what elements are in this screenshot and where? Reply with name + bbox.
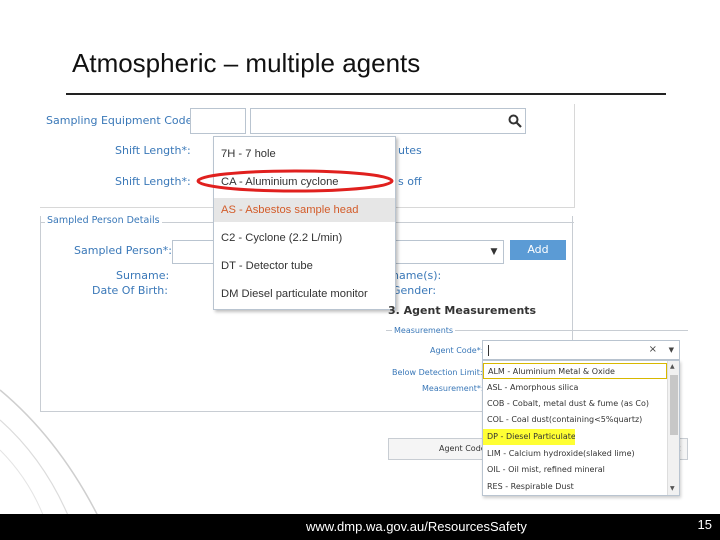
agent-option-oil[interactable]: OIL - Oil mist, refined mineral: [483, 462, 667, 478]
agent-option-dp[interactable]: DP - Diesel Particulate: [483, 429, 575, 445]
text-caret: [488, 345, 489, 356]
equipment-option-dm[interactable]: DM Diesel particulate monitor: [214, 282, 395, 306]
equipment-dropdown: 7H - 7 hole CA - Aluminium cyclone AS - …: [213, 136, 396, 310]
agent-code-input[interactable]: × ▼: [482, 340, 680, 360]
shift-length-label-2: Shift Length*:: [115, 175, 191, 188]
slide-footer: www.dmp.wa.gov.au/ResourcesSafety 15: [0, 514, 720, 540]
agent-measurements-title: 3. Agent Measurements: [388, 304, 537, 317]
scrollbar-thumb[interactable]: [670, 375, 678, 435]
equipment-option-ca[interactable]: CA - Aluminium cyclone: [214, 170, 395, 194]
equipment-option-c2[interactable]: C2 - Cyclone (2.2 L/min): [214, 226, 395, 250]
clear-icon[interactable]: ×: [649, 344, 657, 355]
sampled-person-label: Sampled Person*:: [74, 244, 172, 257]
footer-url: www.dmp.wa.gov.au/ResourcesSafety: [306, 519, 527, 534]
shift-length-label-1: Shift Length*:: [115, 144, 191, 157]
sampling-equipment-code-input[interactable]: [190, 108, 246, 134]
measurements-legend: Measurements: [392, 326, 456, 335]
equipment-option-as[interactable]: AS - Asbestos sample head: [214, 198, 395, 222]
measurement-label: Measurement*:: [422, 384, 484, 393]
slide-title: Atmospheric – multiple agents: [72, 48, 421, 78]
sampling-equipment-search-input[interactable]: [250, 108, 526, 134]
search-icon: [508, 114, 522, 128]
search-button[interactable]: [503, 109, 527, 133]
agent-option-res[interactable]: RES - Respirable Dust: [483, 479, 667, 495]
title-divider: [66, 93, 666, 95]
equipment-option-7h[interactable]: 7H - 7 hole: [214, 142, 395, 166]
dropdown-scrollbar[interactable]: ▲ ▼: [667, 361, 679, 495]
agent-option-col[interactable]: COL - Coal dust(containing<5%quartz): [483, 412, 667, 428]
off-label: s off: [398, 175, 422, 188]
gender-label: Gender:: [392, 284, 437, 297]
scroll-down-icon[interactable]: ▼: [670, 485, 675, 492]
page-number: 15: [697, 517, 712, 532]
sampling-equipment-code-label: Sampling Equipment Code:: [46, 114, 197, 127]
equipment-option-dt[interactable]: DT - Detector tube: [214, 254, 395, 278]
agent-code-dropdown: ALM - Aluminium Metal & Oxide ASL - Amor…: [482, 360, 680, 496]
col-agent-code: Agent Code: [439, 444, 486, 453]
agent-option-alm[interactable]: ALM - Aluminium Metal & Oxide: [483, 363, 667, 379]
agent-option-lim[interactable]: LIM - Calcium hydroxide(slaked lime): [483, 446, 667, 462]
sampled-person-details-legend: Sampled Person Details: [45, 215, 162, 226]
agent-measurements-screenshot: 3. Agent Measurements Measurements Agent…: [384, 300, 690, 512]
add-button[interactable]: Add: [510, 240, 566, 260]
chevron-down-icon[interactable]: ▼: [669, 346, 674, 354]
scroll-up-icon[interactable]: ▲: [670, 363, 675, 370]
below-detection-limit-label: Below Detection Limit:: [392, 368, 483, 377]
name-label: name(s):: [392, 269, 442, 282]
agent-code-label: Agent Code*:: [430, 346, 484, 355]
date-of-birth-label: Date Of Birth:: [92, 284, 168, 297]
minutes-label: utes: [398, 144, 422, 157]
agent-option-cob[interactable]: COB - Cobalt, metal dust & fume (as Co): [483, 396, 667, 412]
chevron-down-icon[interactable]: ▼: [486, 241, 502, 263]
surname-label: Surname:: [116, 269, 170, 282]
agent-option-asl[interactable]: ASL - Amorphous silica: [483, 380, 667, 396]
